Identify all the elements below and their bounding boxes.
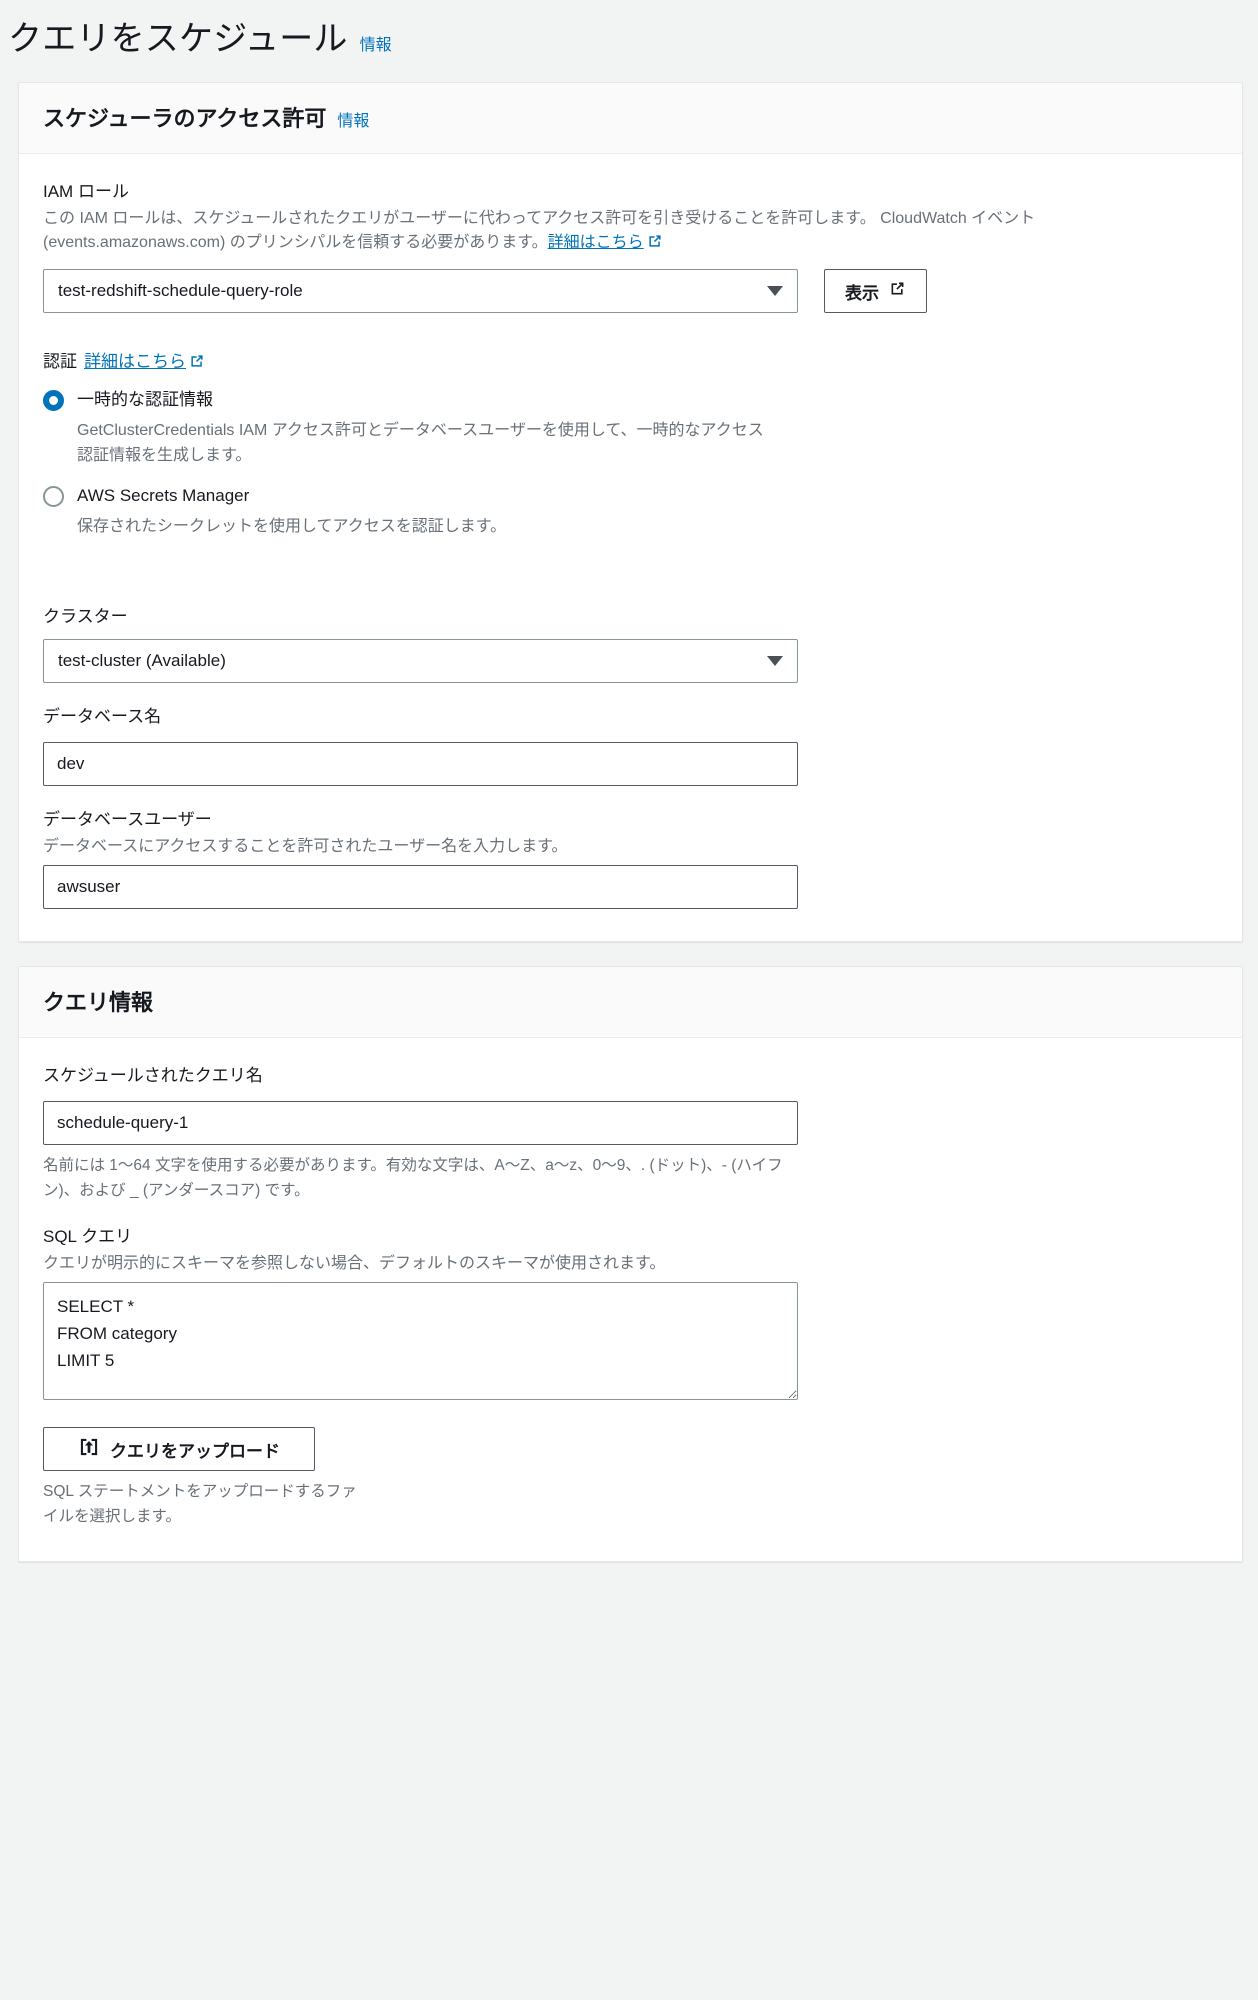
upload-query-button-label: クエリをアップロード [110,1441,280,1461]
iam-role-description-line1: この IAM ロールは、スケジュールされたクエリがユーザーに代わってアクセス許可… [43,210,876,227]
external-link-icon [189,353,205,374]
scheduler-permissions-header: スケジューラのアクセス許可 情報 [19,83,1242,154]
query-name-help: 名前には 1〜64 文字を使用する必要があります。有効な文字は、A〜Z、a〜z、… [43,1157,783,1199]
external-link-icon [647,233,663,257]
query-information-title: クエリ情報 [43,990,154,1015]
sql-query-label: SQL クエリ [43,1227,133,1246]
radio-option-secrets-manager[interactable]: AWS Secrets Manager [43,482,1218,510]
scheduler-permissions-title: スケジューラのアクセス許可 [43,106,327,131]
query-information-body: スケジュールされたクエリ名 名前には 1〜64 文字を使用する必要があります。有… [19,1038,1242,1561]
radio-label-secrets-manager: AWS Secrets Manager [77,486,250,505]
external-link-icon [889,280,906,302]
cluster-label: クラスター [43,607,128,626]
iam-role-field: IAM ロール この IAM ロールは、スケジュールされたクエリがユーザーに代わ… [43,180,1218,313]
database-name-field: データベース名 [43,705,1218,786]
radio-button-secrets-manager[interactable] [43,486,64,507]
database-user-label: データベースユーザー [43,810,212,829]
database-user-field: データベースユーザー データベースにアクセスすることを許可されたユーザー名を入力… [43,808,1218,909]
iam-role-learn-more-link[interactable]: 詳細はこちら [548,234,644,251]
view-role-button[interactable]: 表示 [824,269,927,313]
authentication-learn-more: 詳細はこちら [84,347,205,374]
iam-role-select[interactable]: test-redshift-schedule-query-role [43,269,798,313]
scheduler-permissions-body: IAM ロール この IAM ロールは、スケジュールされたクエリがユーザーに代わ… [19,154,1242,941]
query-information-header: クエリ情報 [19,967,1242,1038]
upload-query-help: SQL ステートメントをアップロードするファイルを選択します。 [43,1483,357,1525]
authentication-learn-more-link[interactable]: 詳細はこちら [84,352,186,371]
radio-button-temporary-credentials[interactable] [43,390,64,411]
view-role-button-label: 表示 [845,283,879,303]
database-user-input[interactable] [43,865,798,909]
query-name-input[interactable] [43,1101,798,1145]
radio-desc-secrets-manager: 保存されたシークレットを使用してアクセスを認証します。 [77,518,507,535]
cluster-field: クラスター test-cluster (Available) [43,605,1218,683]
iam-role-description: この IAM ロールは、スケジュールされたクエリがユーザーに代わってアクセス許可… [43,207,1133,257]
upload-query-field: クエリをアップロード SQL ステートメントをアップロードするファイルを選択しま… [43,1427,1218,1529]
chevron-down-icon [767,656,783,666]
iam-role-selected-value: test-redshift-schedule-query-role [58,281,303,300]
page-header: クエリをスケジュール 情報 [0,0,1258,82]
radio-label-temporary-credentials: 一時的な認証情報 [77,390,213,409]
authentication-heading: 認証 詳細はこちら [43,347,1218,374]
authentication-label: 認証 [43,352,77,371]
chevron-down-icon [767,286,783,296]
cluster-select[interactable]: test-cluster (Available) [43,639,798,683]
database-user-description: データベースにアクセスすることを許可されたユーザー名を入力します。 [43,838,568,855]
cluster-selected-value: test-cluster (Available) [58,651,226,670]
upload-icon [78,1436,100,1463]
iam-role-label: IAM ロール [43,182,129,201]
sql-query-textarea[interactable]: SELECT * FROM category LIMIT 5 [43,1282,798,1400]
radio-desc-temporary-credentials: GetClusterCredentials IAM アクセス許可とデータベースユ… [77,422,764,464]
query-name-label: スケジュールされたクエリ名 [43,1066,263,1085]
query-information-panel: クエリ情報 スケジュールされたクエリ名 名前には 1〜64 文字を使用する必要が… [18,966,1243,1562]
sql-query-description: クエリが明示的にスキーマを参照しない場合、デフォルトのスキーマが使用されます。 [43,1255,666,1272]
upload-query-button[interactable]: クエリをアップロード [43,1427,315,1471]
iam-role-controls: test-redshift-schedule-query-role 表示 [43,269,1218,313]
scheduler-permissions-info-link[interactable]: 情報 [337,107,369,131]
query-name-field: スケジュールされたクエリ名 名前には 1〜64 文字を使用する必要があります。有… [43,1064,1218,1203]
radio-option-temporary-credentials[interactable]: 一時的な認証情報 [43,386,1218,414]
sql-query-field: SQL クエリ クエリが明示的にスキーマを参照しない場合、デフォルトのスキーマが… [43,1225,1218,1405]
page-title: クエリをスケジュール [8,20,348,58]
page-info-link[interactable]: 情報 [360,31,392,55]
database-name-label: データベース名 [43,707,162,726]
database-name-input[interactable] [43,742,798,786]
authentication-radio-group: 一時的な認証情報 GetClusterCredentials IAM アクセス許… [43,386,1218,539]
scheduler-permissions-panel: スケジューラのアクセス許可 情報 IAM ロール この IAM ロールは、スケジ… [18,82,1243,942]
